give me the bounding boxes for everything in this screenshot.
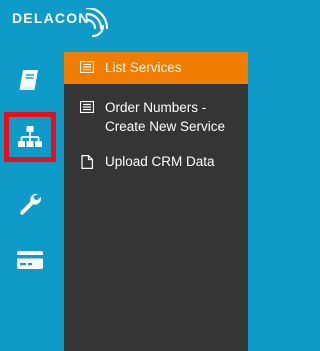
list-icon xyxy=(80,61,94,73)
brand-logo[interactable]: DELACON xyxy=(12,5,132,45)
file-icon xyxy=(81,155,93,169)
menu-item-label: Upload CRM Data xyxy=(105,154,215,169)
rail-item-credit-card[interactable] xyxy=(4,236,56,284)
rail-item-sitemap[interactable] xyxy=(4,112,56,162)
credit-card-icon xyxy=(17,251,43,269)
menu-item-label: Order Numbers - Create New Service xyxy=(105,100,226,134)
rail-item-wrench[interactable] xyxy=(4,180,56,228)
book-icon xyxy=(19,70,38,90)
signal-waves-icon xyxy=(85,8,109,38)
brand-name: DELACON xyxy=(12,10,90,26)
list-icon xyxy=(80,101,94,113)
left-rail: DELACON xyxy=(0,0,109,351)
menu-item-order-numbers[interactable]: Order Numbers - Create New Service xyxy=(64,92,248,142)
wrench-icon xyxy=(20,193,42,215)
services-submenu: List Services Order Numbers - Create New… xyxy=(64,52,248,351)
menu-item-label: List Services xyxy=(105,60,182,75)
rail-item-book[interactable] xyxy=(4,56,56,104)
menu-item-upload-crm-data[interactable]: Upload CRM Data xyxy=(64,146,248,177)
sitemap-icon xyxy=(18,126,42,147)
menu-item-list-services[interactable]: List Services xyxy=(64,52,248,84)
